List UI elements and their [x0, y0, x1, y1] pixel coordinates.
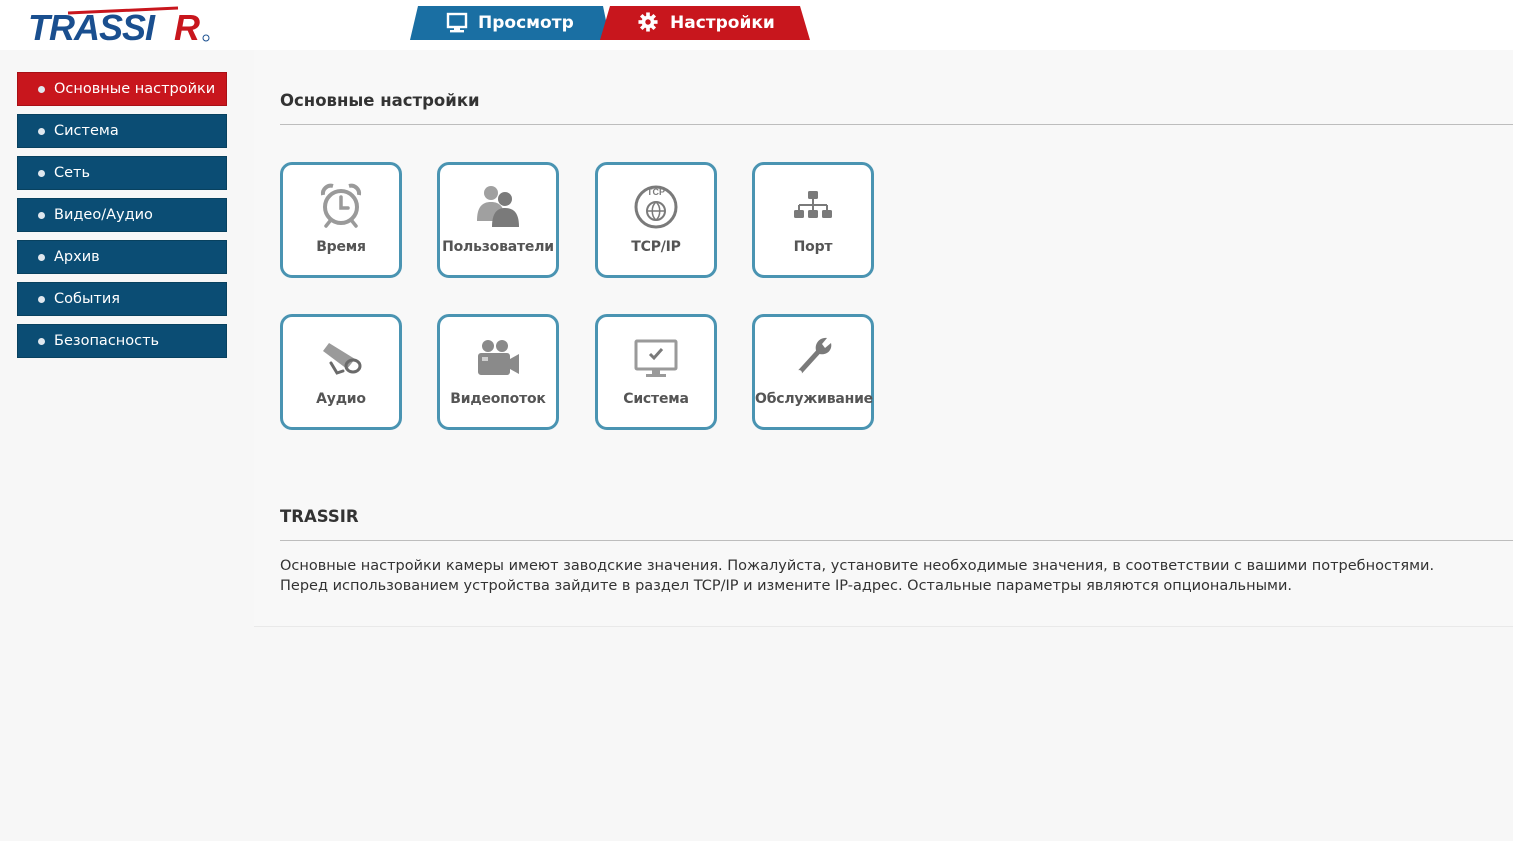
sidebar-item-label: Видео/Аудио	[54, 207, 153, 223]
trassir-logo[interactable]: TRASSI R	[28, 4, 214, 46]
sidebar-item-network[interactable]: Сеть	[17, 156, 227, 190]
sidebar-item-label: Архив	[54, 249, 100, 265]
tile-audio[interactable]: Аудио	[280, 314, 402, 430]
bullet-icon	[38, 169, 45, 177]
tcp-icon-text: TCP	[647, 187, 665, 197]
info-description: Основные настройки камеры имеют заводски…	[280, 556, 1434, 596]
sidebar-item-label: Сеть	[54, 165, 91, 181]
tile-maintenance[interactable]: Обслуживание	[752, 314, 874, 430]
sidebar-item-label: Безопасность	[54, 333, 160, 349]
tile-tcp-ip[interactable]: TCP TCP/IP	[595, 162, 717, 278]
tile-label: Видеопоток	[450, 391, 546, 407]
network-hierarchy-icon	[794, 191, 832, 218]
tab-settings[interactable]: Настройки	[600, 6, 810, 40]
tile-time[interactable]: Время	[280, 162, 402, 278]
sidebar-item-events[interactable]: События	[17, 282, 227, 316]
users-icon	[477, 186, 519, 227]
megaphone-icon	[323, 343, 362, 375]
tile-users[interactable]: Пользователи	[437, 162, 559, 278]
tile-system[interactable]: Система	[595, 314, 717, 430]
sidebar-item-label: Система	[54, 123, 119, 139]
wrench-icon	[796, 337, 832, 376]
sidebar-item-video-audio[interactable]: Видео/Аудио	[17, 198, 227, 232]
info-line-2: Перед использованием устройства зайдите …	[280, 578, 1292, 594]
tab-settings-label: Настройки	[670, 13, 775, 33]
bullet-icon	[38, 127, 45, 135]
header: TRASSI R Просмотр Настройки	[0, 0, 1513, 50]
tab-view[interactable]: Просмотр	[410, 6, 610, 40]
alarm-clock-icon	[320, 183, 362, 228]
bullet-icon	[38, 253, 45, 261]
tile-video-stream[interactable]: Видеопоток	[437, 314, 559, 430]
monitor-check-icon	[634, 339, 678, 377]
monitor-icon	[446, 12, 468, 34]
sidebar-item-basic-settings[interactable]: Основные настройки	[17, 72, 227, 106]
sidebar-item-label: Основные настройки	[54, 81, 216, 97]
info-line-1: Основные настройки камеры имеют заводски…	[280, 558, 1435, 574]
gear-icon	[638, 12, 660, 34]
page-title: Основные настройки	[280, 91, 480, 110]
bullet-icon	[38, 85, 45, 93]
video-camera-icon	[478, 340, 519, 375]
tcp-globe-icon: TCP	[634, 185, 678, 229]
divider	[280, 540, 1513, 541]
main-content: Основные настройки Время Пользователи TC…	[254, 50, 1513, 627]
tile-label: Система	[623, 391, 689, 407]
sidebar-item-label: События	[54, 291, 120, 307]
tile-port[interactable]: Порт	[752, 162, 874, 278]
bullet-icon	[38, 295, 45, 303]
sidebar-item-archive[interactable]: Архив	[17, 240, 227, 274]
sidebar: Основные настройки Система Сеть Видео/Ау…	[17, 72, 227, 366]
tile-label: Пользователи	[442, 239, 554, 255]
bullet-icon	[38, 211, 45, 219]
tab-view-label: Просмотр	[478, 13, 574, 33]
tile-label: Порт	[793, 239, 833, 255]
tile-label: TCP/IP	[631, 239, 681, 255]
info-title: TRASSIR	[280, 507, 359, 526]
bullet-icon	[38, 337, 45, 345]
sidebar-item-system[interactable]: Система	[17, 114, 227, 148]
svg-text:R: R	[174, 7, 200, 46]
divider	[280, 124, 1513, 125]
tile-label: Аудио	[316, 391, 366, 407]
sidebar-item-security[interactable]: Безопасность	[17, 324, 227, 358]
tile-label: Обслуживание	[755, 391, 873, 407]
tile-label: Время	[316, 239, 366, 255]
